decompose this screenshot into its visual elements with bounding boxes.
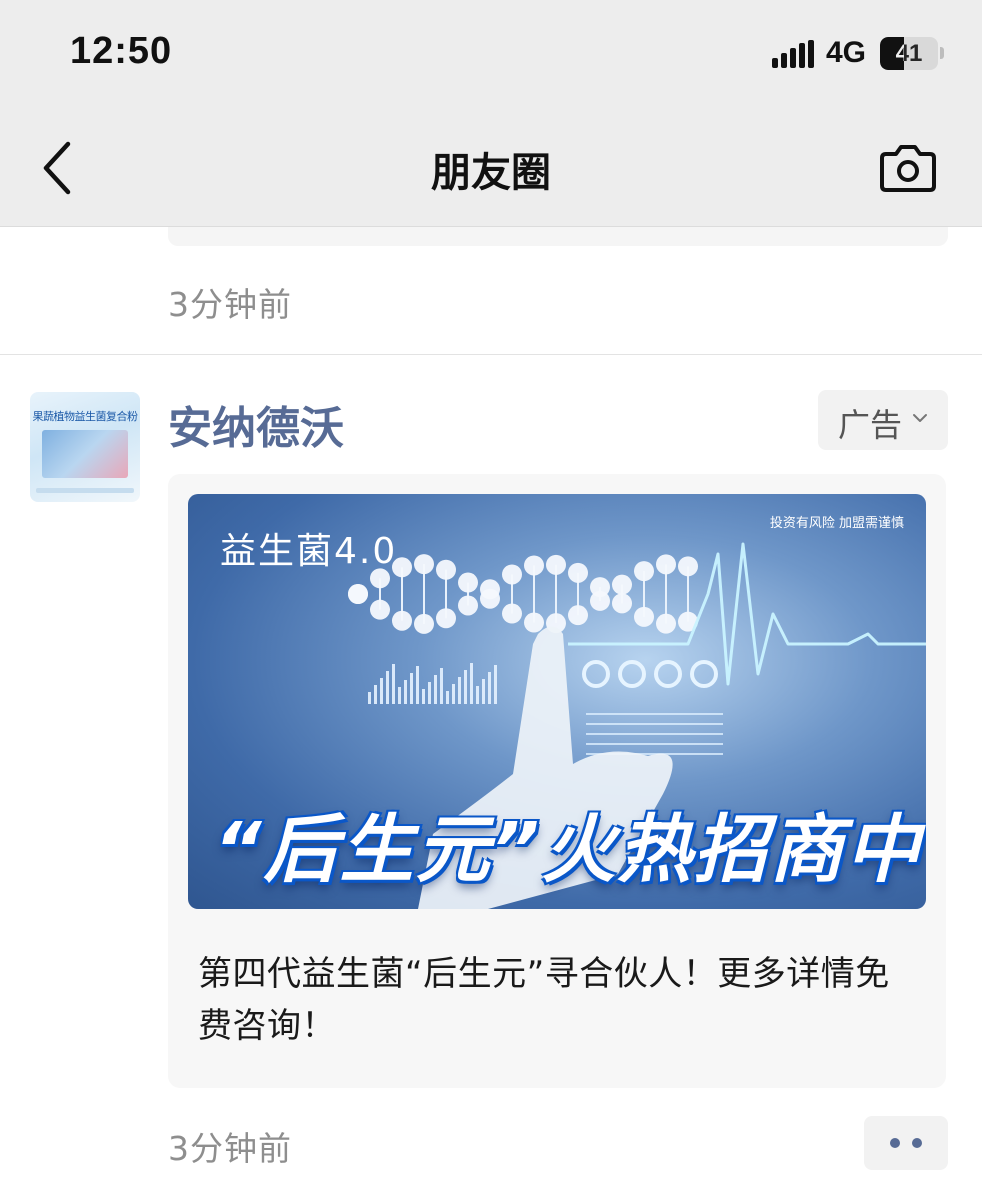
ad-post-timestamp: 3分钟前 [168, 1129, 292, 1168]
equalizer-bar [470, 663, 473, 704]
equalizer-bar [482, 679, 485, 704]
dna-node [436, 559, 456, 580]
battery-cap [940, 47, 944, 59]
banner-headline: “后生元”火热招商中 [214, 807, 922, 893]
chevron-down-icon [913, 414, 927, 422]
equalizer-bar [440, 668, 443, 704]
dna-node [414, 554, 434, 575]
equalizer-bar [422, 689, 425, 704]
equalizer-bar [404, 680, 407, 704]
dna-node [480, 588, 500, 609]
dna-node [612, 593, 632, 614]
ad-label-button[interactable]: 广告 [818, 390, 948, 450]
more-dot [890, 1138, 900, 1148]
dna-node [436, 608, 456, 629]
dna-node [634, 561, 654, 582]
ad-label: 广告 [838, 406, 903, 444]
previous-post-timestamp: 3分钟前 [168, 285, 292, 324]
dna-node [568, 605, 588, 626]
avatar-footer [36, 488, 134, 493]
banner-warning: 投资有风险 加盟需谨慎 [769, 516, 904, 531]
avatar-caption: 果蔬植物益生菌复合粉 [32, 410, 139, 423]
banner-subtitle: 益生菌4.0 [220, 531, 398, 572]
more-dots-icon[interactable] [864, 1116, 948, 1170]
equalizer-bar [452, 684, 455, 704]
dna-node [612, 574, 632, 595]
author-name[interactable]: 安纳德沃 [168, 392, 344, 456]
signal-bars-icon [772, 40, 814, 68]
equalizer-bar [476, 686, 479, 704]
ad-banner-image[interactable]: 益生菌4.0 投资有风险 加盟需谨慎 “后生元”火热招商中 [188, 494, 926, 909]
dna-node [458, 595, 478, 616]
dna-node [458, 572, 478, 593]
dna-node [590, 590, 610, 611]
equalizer-bar [386, 671, 389, 704]
equalizer-bar [374, 685, 377, 704]
battery-level: 41 [895, 40, 923, 67]
ad-card[interactable]: 益生菌4.0 投资有风险 加盟需谨慎 “后生元”火热招商中 第四代益生菌“后生元… [168, 474, 946, 1088]
dna-node [414, 613, 434, 634]
equalizer-bar [380, 678, 383, 704]
equalizer-bar [494, 665, 497, 704]
previous-post-card[interactable] [168, 226, 948, 246]
dna-node [524, 555, 544, 576]
dna-node [370, 599, 390, 620]
ad-description: 第四代益生菌“后生元”寻合伙人！更多详情免费咨询！ [198, 954, 890, 1046]
equalizer-bar [392, 664, 395, 704]
status-time: 12:50 [70, 30, 173, 72]
equalizer-bar [428, 682, 431, 704]
dna-node [348, 584, 368, 604]
more-dot [912, 1138, 922, 1148]
dna-node [568, 562, 588, 583]
avatar-product-image [42, 430, 128, 478]
avatar[interactable]: 果蔬植物益生菌复合粉 [30, 392, 140, 502]
dna-node [392, 610, 412, 631]
dna-node [502, 564, 522, 585]
dna-node [678, 556, 698, 577]
equalizer-bar [368, 692, 371, 704]
equalizer-bar [464, 670, 467, 704]
dna-node [524, 612, 544, 633]
equalizer-bar [410, 673, 413, 704]
post-divider [0, 354, 982, 355]
equalizer-bar [416, 666, 419, 704]
page-title: 朋友圈 [431, 150, 551, 196]
equalizer-bar [488, 672, 491, 704]
equalizer-bar [398, 687, 401, 704]
equalizer-bar [458, 677, 461, 704]
moments-page: 12:50 4G 41 朋友圈 3分钟前 果蔬植物益生菌复合粉 安纳德沃 广告 … [0, 0, 982, 1194]
dna-node [656, 554, 676, 575]
camera-icon[interactable] [878, 142, 938, 194]
dna-node [546, 554, 566, 575]
dna-node [656, 613, 676, 634]
top-bar: 12:50 4G 41 朋友圈 [0, 0, 982, 227]
network-type: 4G [826, 36, 867, 69]
dna-node [502, 603, 522, 624]
dna-node [634, 606, 654, 627]
equalizer-bar [434, 675, 437, 704]
equalizer-bar [446, 691, 449, 704]
battery-icon: 41 [880, 37, 938, 70]
